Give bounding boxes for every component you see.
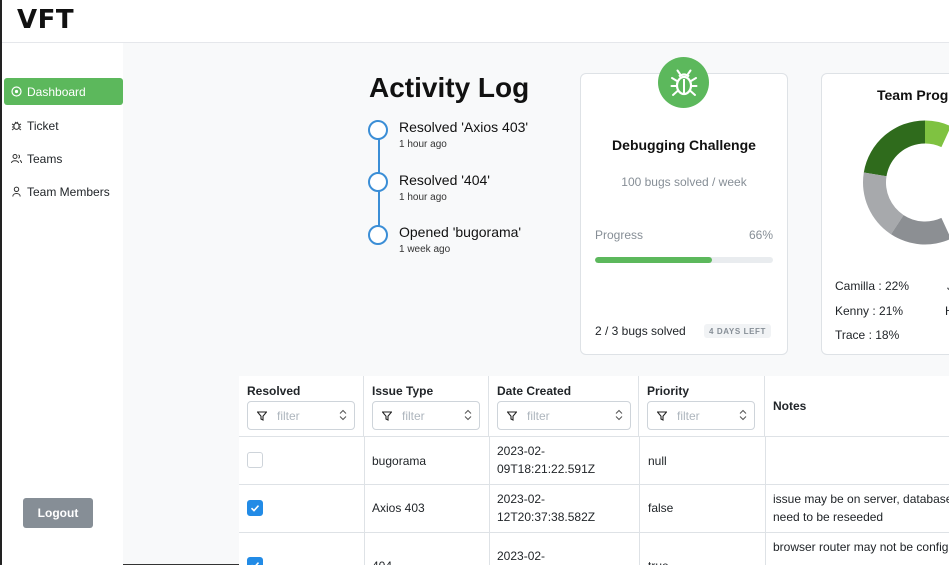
issue-type-cell: Axios 403 xyxy=(372,501,425,515)
brand-logo[interactable]: VFT xyxy=(17,5,74,35)
sidebar-item-label: Dashboard xyxy=(27,84,86,99)
sidebar: Dashboard Ticket Teams Team Members Logo… xyxy=(2,43,123,565)
issue-type-cell: bugorama xyxy=(372,454,427,468)
date-created-cell: 2023-02- xyxy=(497,549,546,563)
sidebar-item-ticket[interactable]: Ticket xyxy=(4,112,123,139)
activity-item-title: Resolved 'Axios 403' xyxy=(399,119,529,135)
sidebar-item-dashboard[interactable]: Dashboard xyxy=(4,78,123,105)
sidebar-item-label: Ticket xyxy=(27,118,59,133)
column-label: Issue Type xyxy=(372,384,434,398)
challenge-subtitle: 100 bugs solved / week xyxy=(621,175,747,189)
chevron-updown-icon xyxy=(339,409,347,424)
days-left-badge: 4 DAYS LEFT xyxy=(704,324,771,338)
donut-segment xyxy=(925,120,949,148)
sidebar-item-team-members[interactable]: Team Members xyxy=(4,178,123,205)
row-divider xyxy=(239,484,949,485)
activity-item-title: Resolved '404' xyxy=(399,172,490,188)
filter-icon xyxy=(657,410,667,421)
column-header-notes: Notes xyxy=(765,376,949,436)
timeline-dot xyxy=(368,120,388,140)
filter-placeholder: filter xyxy=(402,408,425,423)
team-progress-donut-chart xyxy=(862,120,949,245)
row-divider xyxy=(239,532,949,533)
user-icon xyxy=(11,186,22,197)
priority-cell: null xyxy=(648,454,667,468)
date-created-cell: 2023-02- xyxy=(497,444,546,458)
team-stat-overflow: H xyxy=(945,304,949,318)
notes-cell: need to be reseeded xyxy=(773,510,884,524)
column-divider xyxy=(639,436,640,565)
chevron-updown-icon xyxy=(739,409,747,424)
bugs-solved-text: 2 / 3 bugs solved xyxy=(595,324,686,338)
date-created-cell: 2023-02- xyxy=(497,492,546,506)
team-stat: Trace : 18% xyxy=(835,328,900,342)
filter-placeholder: filter xyxy=(527,408,550,423)
column-divider xyxy=(364,436,365,565)
chevron-updown-icon xyxy=(615,409,623,424)
issue-type-cell: 404 xyxy=(372,557,392,565)
resolved-checkbox[interactable] xyxy=(247,557,263,565)
column-label: Resolved xyxy=(247,384,301,398)
resolved-filter-select[interactable]: filter xyxy=(247,401,355,430)
filter-icon xyxy=(507,410,517,421)
resolved-checkbox[interactable] xyxy=(247,452,263,468)
progress-percent: 66% xyxy=(748,228,773,242)
timeline-dot xyxy=(368,225,388,245)
column-label: Notes xyxy=(773,399,807,413)
priority-filter-select[interactable]: filter xyxy=(647,401,755,430)
users-icon xyxy=(11,153,22,164)
column-header-date-created: Date Created filter xyxy=(489,376,639,436)
activity-item-time: 1 week ago xyxy=(399,244,451,255)
date-created-cell: 09T18:21:22.591Z xyxy=(497,462,596,476)
column-label: Date Created xyxy=(497,384,572,398)
column-header-priority: Priority filter xyxy=(639,376,765,436)
bug-icon xyxy=(11,120,22,131)
issues-table: Resolved filter Issue Type filter Date C… xyxy=(239,376,949,565)
sidebar-item-label: Team Members xyxy=(27,184,110,199)
donut-segment xyxy=(863,120,925,177)
column-header-issue-type: Issue Type filter xyxy=(364,376,489,436)
column-header-resolved: Resolved filter xyxy=(239,376,364,436)
activity-item-time: 1 hour ago xyxy=(399,192,447,203)
priority-cell: true xyxy=(648,557,669,565)
team-progress-title: Team Progre xyxy=(877,87,949,103)
activity-log-title: Activity Log xyxy=(369,72,530,103)
row-divider xyxy=(239,436,949,437)
sidebar-item-teams[interactable]: Teams xyxy=(4,145,123,172)
progress-bar xyxy=(595,257,773,263)
sidebar-item-label: Teams xyxy=(27,151,63,166)
progress-label: Progress xyxy=(595,228,644,242)
activity-item-title: Opened 'bugorama' xyxy=(399,224,522,240)
column-divider xyxy=(765,436,766,565)
check-icon xyxy=(250,505,260,512)
team-stat: Kenny : 21% xyxy=(835,304,904,318)
priority-cell: false xyxy=(648,501,674,515)
activity-item-time: 1 hour ago xyxy=(399,139,447,150)
column-label: Priority xyxy=(647,384,690,398)
check-icon xyxy=(251,562,260,565)
issue-type-filter-select[interactable]: filter xyxy=(372,401,480,430)
chevron-updown-icon xyxy=(464,409,472,424)
progress-bar-fill xyxy=(595,257,713,263)
timeline-dot xyxy=(368,172,388,192)
filter-placeholder: filter xyxy=(677,408,700,423)
dashboard-icon xyxy=(11,86,22,97)
resolved-checkbox[interactable] xyxy=(247,500,263,516)
notes-cell: issue may be on server, database xyxy=(773,492,949,506)
filter-icon xyxy=(382,410,392,421)
challenge-title: Debugging Challenge xyxy=(612,137,756,153)
date-created-cell: 12T20:37:38.582Z xyxy=(497,510,596,524)
date-created-filter-select[interactable]: filter xyxy=(497,401,631,430)
filter-icon xyxy=(257,410,267,421)
logout-button[interactable]: Logout xyxy=(23,498,93,528)
debugging-challenge-card xyxy=(580,73,788,355)
notes-cell: browser router may not be config xyxy=(773,540,949,554)
filter-placeholder: filter xyxy=(277,408,300,423)
bug-icon xyxy=(658,57,709,108)
team-stat: Camilla : 22% xyxy=(835,279,910,293)
column-divider xyxy=(489,436,490,565)
app-header: VFT xyxy=(2,0,949,43)
